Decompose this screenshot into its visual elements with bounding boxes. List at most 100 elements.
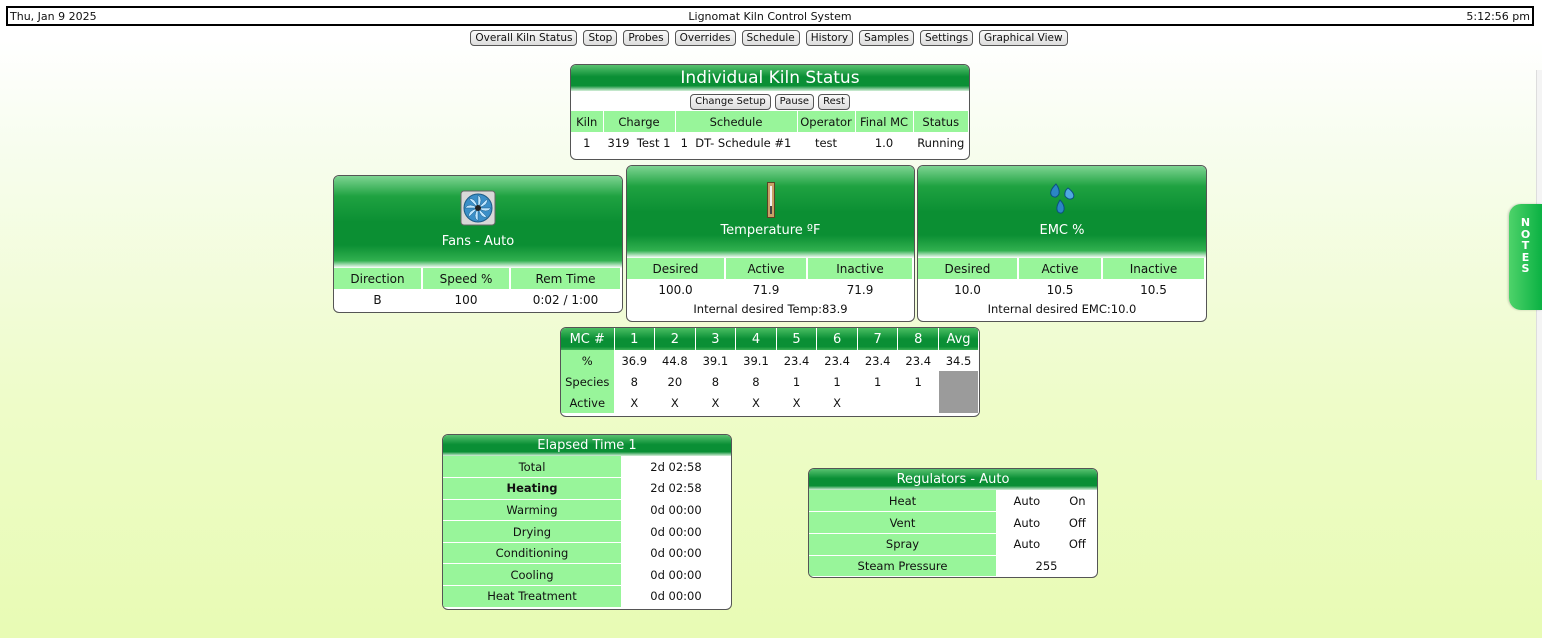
change-setup-button[interactable]: Change Setup [690,94,771,110]
header-direction: Direction [334,268,423,289]
regulator-state-heat: On [1069,493,1086,508]
active-1: X [614,392,656,413]
operator-value: test [797,132,856,153]
schedule-cell: 1 DT- Schedule #1 [675,132,798,153]
mc-value-6: 23.4 [816,350,858,371]
stop-button[interactable]: Stop [583,30,618,46]
moisture-content-panel: MC # 1 2 3 4 5 6 7 8 Avg % 36.9 44.8 39.… [560,327,980,417]
species-2: 20 [654,371,696,392]
elapsed-value-conditioning: 0d 00:00 [650,546,702,561]
emc-inactive: 10.5 [1102,279,1206,300]
mc-species-row: Species 8 20 8 8 1 1 1 1 [561,371,979,392]
mc-active-label: Active [561,392,615,413]
thermometer-icon[interactable] [766,182,775,218]
regulators-panel: Regulators - Auto Heat Auto On Vent Auto… [808,468,1098,578]
mc-percent-row: % 36.9 44.8 39.1 39.1 23.4 23.4 23.4 23.… [561,350,979,371]
fan-icon[interactable] [460,190,496,226]
settings-button[interactable]: Settings [919,30,974,46]
mc-value-4: 39.1 [735,350,777,371]
emc-panel: EMC % Desired Active Inactive 10.0 10.5 … [917,165,1207,322]
mc-value-2: 44.8 [654,350,696,371]
mc-header-7: 7 [857,328,899,350]
elapsed-label-heating: Heating [443,477,621,500]
active-avg-empty [938,392,979,413]
elapsed-label-conditioning: Conditioning [443,542,621,565]
header-desired: Desired [627,258,726,279]
samples-button[interactable]: Samples [859,30,914,46]
mc-value-1: 36.9 [614,350,656,371]
active-8 [897,392,939,413]
status-value: Running [913,132,969,153]
elapsed-value-drying: 0d 00:00 [650,524,702,539]
table-row: Total 2d 02:58 [443,456,731,479]
notes-tab[interactable]: N O T E S [1509,204,1542,310]
final-mc-value: 1.0 [855,132,914,153]
elapsed-label-warming: Warming [443,499,621,522]
history-button[interactable]: History [805,30,854,46]
mc-value-3: 39.1 [695,350,737,371]
species-5: 1 [776,371,818,392]
fan-direction: B [334,289,423,310]
table-row: Drying 0d 00:00 [443,520,731,543]
schedule-button[interactable]: Schedule [741,30,800,46]
emc-active: 10.5 [1018,279,1103,300]
regulator-state-spray: Off [1068,537,1086,552]
table-row: Spray Auto Off [809,533,1097,556]
mc-active-row: Active X X X X X X [561,392,979,413]
overrides-button[interactable]: Overrides [674,30,736,46]
temp-desired: 100.0 [627,279,726,300]
temp-active: 71.9 [725,279,808,300]
charge-cell: 319 Test 1 [603,132,676,153]
mc-header-6: 6 [816,328,858,350]
mc-value-avg: 34.5 [938,350,979,371]
elapsed-value-warming: 0d 00:00 [650,502,702,517]
species-6: 1 [816,371,858,392]
emc-table: Desired Active Inactive 10.0 10.5 10.5 [918,258,1206,300]
mc-header-1: 1 [614,328,656,350]
fans-panel: Fans - Auto Direction Speed % Rem Time B… [333,175,623,313]
graphical-view-button[interactable]: Graphical View [979,30,1068,46]
species-avg-empty [938,371,979,392]
header-active: Active [1018,258,1103,279]
mc-percent-label: % [561,350,615,371]
notes-letter: T [1521,239,1530,252]
overall-kiln-status-button[interactable]: Overall Kiln Status [470,30,578,46]
header-kiln: Kiln [571,111,604,132]
pause-button[interactable]: Pause [774,94,815,110]
rest-button[interactable]: Rest [818,94,850,110]
table-row: Heat Treatment 0d 00:00 [443,585,731,608]
table-row: 1 319 Test 1 1 DT- Schedule #1 test 1.0 … [571,132,969,153]
table-row: Conditioning 0d 00:00 [443,542,731,565]
schedule-number: 1 [680,135,688,150]
header-schedule: Schedule [675,111,798,132]
active-2: X [654,392,696,413]
table-row: Heating 2d 02:58 [443,477,731,500]
active-4: X [735,392,777,413]
header-active: Active [725,258,808,279]
main-nav: Overall Kiln Status Stop Probes Override… [0,30,1538,46]
water-drops-icon[interactable] [1046,182,1078,218]
table-row: Vent Auto Off [809,511,1097,534]
header-status: Status [913,111,969,132]
probes-button[interactable]: Probes [623,30,669,46]
table-row: Warming 0d 00:00 [443,499,731,522]
mc-value-7: 23.4 [857,350,899,371]
mc-header-row: MC # 1 2 3 4 5 6 7 8 Avg [561,328,979,350]
current-time: 5:12:56 pm [1466,9,1530,23]
temperature-table: Desired Active Inactive 100.0 71.9 71.9 [627,258,914,300]
elapsed-value-cooling: 0d 00:00 [650,567,702,582]
emc-label: EMC % [1039,223,1085,238]
mc-value-8: 23.4 [897,350,939,371]
regulator-mode-heat: Auto [1013,493,1041,508]
mc-header-2: 2 [654,328,696,350]
species-3: 8 [695,371,737,392]
species-8: 1 [897,371,939,392]
emc-desired: 10.0 [918,279,1019,300]
internal-desired-temp: Internal desired Temp:83.9 [693,302,848,316]
species-7: 1 [857,371,899,392]
header-operator: Operator [797,111,856,132]
notes-letter: N [1520,216,1531,229]
header-desired: Desired [918,258,1019,279]
notes-letter: S [1521,262,1530,275]
mc-header-label: MC # [561,328,615,350]
